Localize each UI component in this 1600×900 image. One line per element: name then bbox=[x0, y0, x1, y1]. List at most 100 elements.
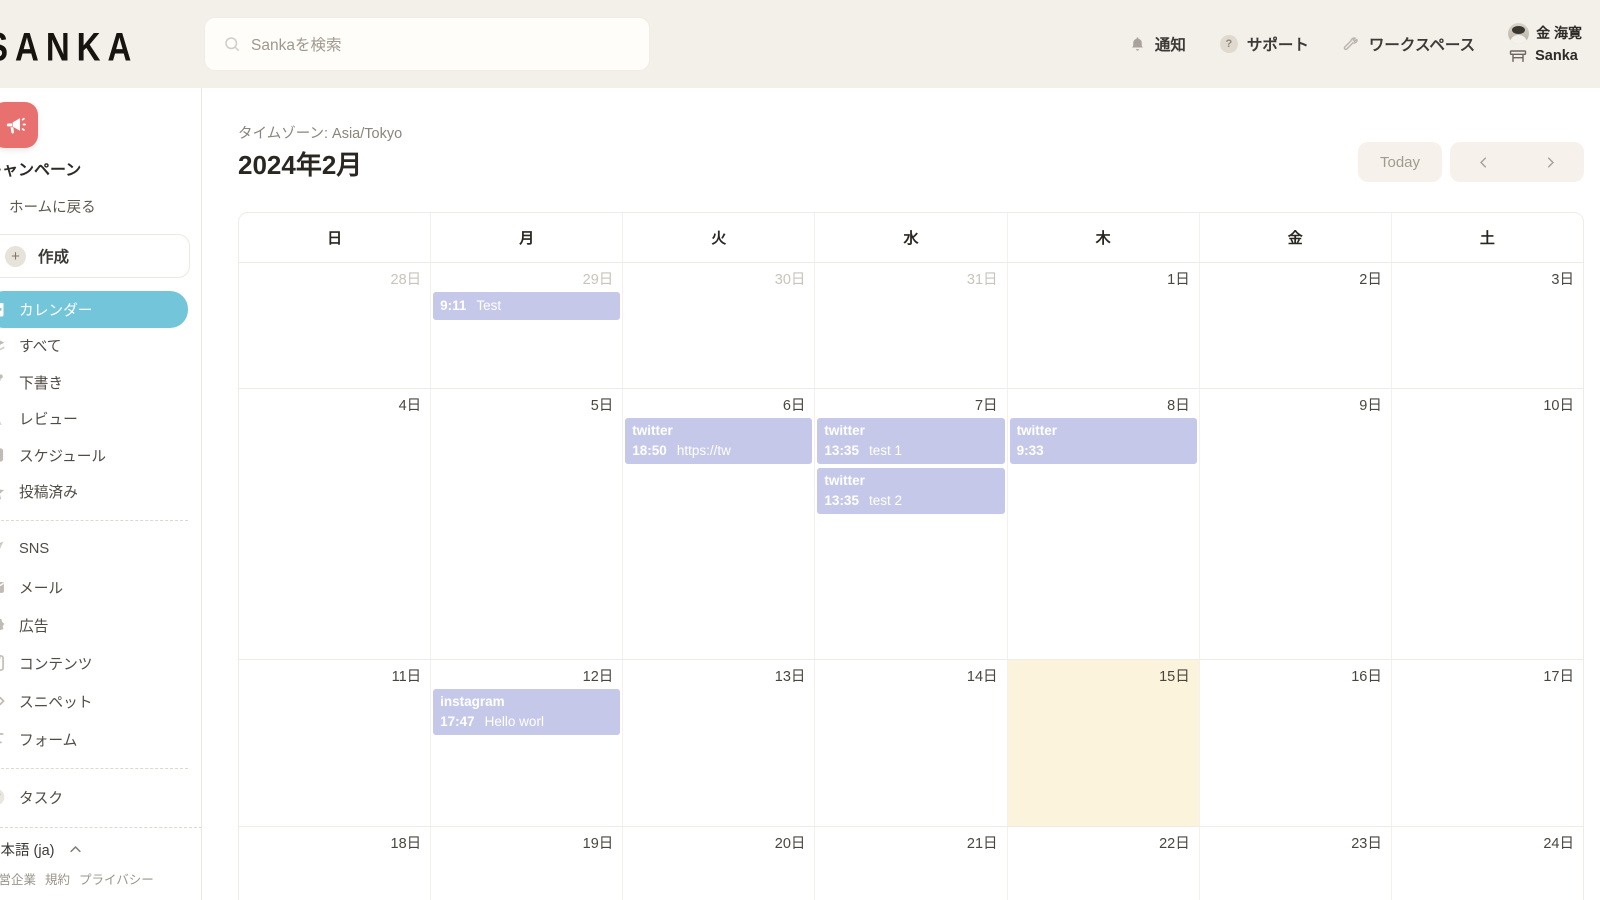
legal-link-company[interactable]: 運営企業 bbox=[0, 869, 36, 888]
app-logo[interactable]: SANKA bbox=[0, 24, 138, 70]
calendar-day-number: 28日 bbox=[390, 272, 422, 288]
megaphone-icon[interactable] bbox=[0, 102, 38, 148]
calendar-day-cell[interactable]: 23日 bbox=[1200, 827, 1392, 900]
calendar-day-cell[interactable]: 24日 bbox=[1392, 827, 1583, 900]
form-icon bbox=[0, 733, 4, 744]
calendar-day-number: 16日 bbox=[1351, 669, 1382, 685]
calendar-day-cell[interactable]: 29日 9:11 Test bbox=[431, 263, 624, 388]
sidebar-item-label: 投稿済み bbox=[19, 485, 78, 502]
calendar-day-cell[interactable]: 15日 bbox=[1007, 660, 1200, 826]
event-channel: twitter bbox=[824, 472, 865, 488]
back-to-home-link[interactable]: ホームに戻る bbox=[0, 196, 96, 217]
wrench-icon bbox=[1343, 36, 1358, 50]
sidebar-item-review[interactable]: レビュー bbox=[0, 401, 188, 438]
support-button[interactable]: ? サポート bbox=[1203, 24, 1326, 64]
next-month-button[interactable] bbox=[1517, 142, 1584, 182]
calendar-day-number: 7日 bbox=[974, 398, 998, 414]
sidebar-item-content[interactable]: コンテンツ bbox=[0, 644, 188, 682]
workspace-button[interactable]: ワークスペース bbox=[1326, 24, 1492, 64]
calendar-day-cell[interactable]: 11日 bbox=[239, 660, 432, 826]
calendar-day-number: 12日 bbox=[582, 669, 614, 685]
event-title: Hello worl bbox=[484, 713, 544, 729]
notifications-label: 通知 bbox=[1154, 37, 1186, 54]
calendar-day-cell[interactable]: 19日 bbox=[431, 827, 624, 900]
calendar-day-cell[interactable]: 5日 bbox=[431, 389, 624, 659]
sidebar-item-form[interactable]: フォーム bbox=[0, 720, 188, 758]
calendar-day-cell[interactable]: 2日 bbox=[1200, 263, 1392, 388]
sidebar-item-all[interactable]: すべて bbox=[0, 328, 188, 365]
sidebar-item-label: スニペット bbox=[19, 694, 93, 711]
sidebar-item-sns[interactable]: SNS bbox=[0, 530, 188, 568]
user-menu[interactable]: 金 海寛 Sanka bbox=[1492, 22, 1588, 66]
calendar-day-cell[interactable]: 18日 bbox=[239, 827, 432, 900]
calendar-event[interactable]: twitter 13:35 test 2 bbox=[817, 467, 1005, 514]
weekday-header: 火 bbox=[623, 213, 816, 262]
calendar-day-cell[interactable]: 22日 bbox=[1008, 827, 1200, 900]
calendar-day-cell[interactable]: 16日 bbox=[1200, 660, 1392, 826]
event-time: 13:35 bbox=[824, 492, 859, 508]
calendar-day-cell[interactable]: 21日 bbox=[815, 827, 1008, 900]
weekday-header: 土 bbox=[1479, 230, 1495, 247]
calendar-day-cell[interactable]: 9日 bbox=[1200, 389, 1392, 659]
calendar-day-number: 22日 bbox=[1159, 836, 1190, 852]
calendar-day-cell[interactable]: 28日 bbox=[239, 263, 432, 388]
calendar-day-cell[interactable]: 3日 bbox=[1392, 263, 1583, 388]
calendar-day-cell[interactable]: 1日 bbox=[1008, 263, 1200, 388]
calendar-day-number: 11日 bbox=[391, 669, 422, 685]
sidebar-item-label: フォーム bbox=[19, 732, 78, 749]
calendar-day-cell[interactable]: 4日 bbox=[239, 389, 432, 659]
sidebar-item-task[interactable]: タスク bbox=[0, 778, 188, 816]
search-bar[interactable]: Sankaを検索 bbox=[204, 17, 650, 71]
calendar-day-cell[interactable]: 6日 twitter 18:50 https://tw bbox=[623, 389, 816, 659]
sidebar-item-label: すべて bbox=[19, 339, 62, 356]
event-title: https://tw bbox=[676, 442, 731, 458]
calendar-event[interactable]: twitter 9:33 bbox=[1009, 418, 1197, 464]
calendar-day-cell[interactable]: 20日 bbox=[623, 827, 816, 900]
create-button[interactable]: + 作成 bbox=[0, 234, 190, 278]
avatar bbox=[1508, 22, 1530, 44]
calendar-day-cell[interactable]: 31日 bbox=[815, 263, 1008, 388]
language-selector[interactable]: 日本語 (ja) bbox=[0, 839, 201, 860]
calendar-day-cell[interactable]: 10日 bbox=[1392, 389, 1583, 659]
calendar-day-number: 24日 bbox=[1543, 836, 1574, 852]
calendar-icon bbox=[0, 303, 4, 317]
calendar-day-cell[interactable]: 12日 instagram 17:47 Hello worl bbox=[431, 660, 624, 826]
calendar-day-number: 9日 bbox=[1359, 398, 1382, 414]
sidebar-item-calendar[interactable]: カレンダー bbox=[0, 291, 188, 328]
calendar-day-events: twitter 9:33 bbox=[1009, 418, 1197, 468]
today-button[interactable]: Today bbox=[1358, 142, 1442, 182]
calendar-event[interactable]: twitter 13:35 test 1 bbox=[817, 418, 1005, 464]
calendar-day-number: 29日 bbox=[582, 272, 614, 288]
sidebar-item-label: 広告 bbox=[19, 618, 49, 635]
sidebar-item-ads[interactable]: 広告 bbox=[0, 606, 188, 644]
user-identity-row: 金 海寛 bbox=[1508, 22, 1582, 44]
calendar-day-cell[interactable]: 17日 bbox=[1392, 660, 1583, 826]
app-root: SANKA Sankaを検索 通知 ? サポート ワークスペース 金 海寛 Sa… bbox=[0, 0, 1600, 900]
calendar-day-cell[interactable]: 30日 bbox=[623, 263, 816, 388]
sidebar-item-snippet[interactable]: スニペット bbox=[0, 682, 188, 720]
calendar-event[interactable]: instagram 17:47 Hello worl bbox=[433, 689, 621, 735]
calendar-event[interactable]: 9:11 Test bbox=[433, 292, 621, 320]
calendar-day-cell[interactable]: 8日 twitter 9:33 bbox=[1008, 389, 1200, 659]
calendar-day-cell[interactable]: 14日 bbox=[815, 660, 1008, 826]
calendar-day-cell[interactable]: 7日 twitter 13:35 test 1 twitter 13:35 test 2 bbox=[815, 389, 1008, 659]
search-input[interactable]: Sankaを検索 bbox=[251, 33, 341, 55]
check-circle-icon bbox=[0, 789, 5, 805]
event-time: 9:33 bbox=[1016, 442, 1044, 458]
calendar-day-number: 4日 bbox=[398, 398, 422, 414]
sidebar-item-draft[interactable]: 下書き bbox=[0, 364, 188, 401]
sidebar-item-published[interactable]: 投稿済み bbox=[0, 474, 188, 511]
sidebar-item-label: メール bbox=[19, 580, 64, 597]
sidebar-item-schedule[interactable]: ス スケジュール bbox=[0, 437, 188, 474]
legal-link-terms[interactable]: 規約 bbox=[45, 869, 70, 888]
chevron-left-icon bbox=[1480, 156, 1487, 168]
calendar-day-events: twitter 13:35 test 1 twitter 13:35 test 2 bbox=[817, 418, 1005, 518]
notifications-button[interactable]: 通知 bbox=[1112, 24, 1203, 64]
calendar-day-cell[interactable]: 13日 bbox=[623, 660, 816, 826]
prev-month-button[interactable] bbox=[1450, 142, 1517, 182]
sidebar-footer: 日本語 (ja) 運営企業 規約 プライバシー bbox=[0, 827, 201, 900]
content-icon bbox=[0, 655, 4, 671]
calendar-event[interactable]: twitter 18:50 https://tw bbox=[625, 418, 813, 464]
sidebar-item-mail[interactable]: メール bbox=[0, 568, 188, 606]
legal-link-privacy[interactable]: プライバシー bbox=[79, 869, 154, 888]
